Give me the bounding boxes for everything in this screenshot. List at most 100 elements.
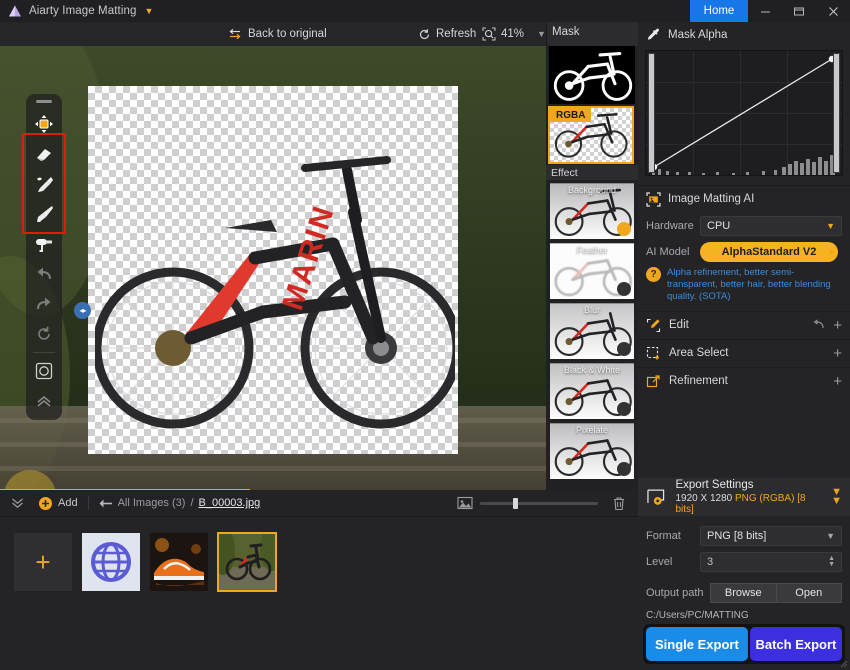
effect-item[interactable]: Black & White — [549, 362, 635, 420]
hardware-chevron-down-icon[interactable]: ▼ — [826, 221, 835, 231]
ai-model-hint: ? Alpha refinement, better semi-transpar… — [638, 264, 850, 303]
format-row: Format PNG [8 bits] ▼ — [638, 524, 850, 548]
ai-model-select[interactable]: AlphaStandard V2 ▼ — [700, 242, 842, 262]
reset-tool[interactable] — [29, 319, 59, 349]
effect-item[interactable]: Background — [549, 182, 635, 240]
title-bar: Aiarty Image Matting ▼ Home — [0, 0, 850, 22]
ai-model-label: AI Model — [646, 246, 690, 258]
edit-icon — [646, 318, 661, 332]
single-export-button[interactable]: Single Export — [646, 627, 748, 661]
ai-model-chevron-down-icon[interactable]: ▼ — [827, 247, 836, 257]
add-label: Add — [58, 497, 78, 509]
breadcrumb[interactable]: All Images (3) / B_00003.jpg — [99, 497, 260, 509]
level-row: Level 3 ▲ ▼ — [638, 550, 850, 574]
effect-color-dot[interactable] — [617, 462, 631, 476]
filmstrip-add-button[interactable]: + — [14, 533, 72, 591]
alpha-curve-plot — [650, 55, 836, 175]
maximize-icon[interactable] — [782, 0, 816, 22]
section-refinement-label: Refinement — [669, 375, 728, 388]
arrow-left-icon — [99, 499, 112, 507]
trash-icon[interactable] — [612, 496, 626, 511]
image-matting-icon — [646, 191, 661, 207]
canvas-area[interactable]: MARIN ◂▸ — [0, 46, 546, 490]
level-stepper[interactable]: 3 ▲ ▼ — [700, 552, 842, 572]
batch-export-button[interactable]: Batch Export — [749, 627, 842, 661]
roller-tool[interactable] — [29, 229, 59, 259]
tool-palette[interactable] — [26, 94, 62, 420]
filmstrip-item-bike[interactable] — [217, 532, 277, 592]
add-images-button[interactable]: Add — [38, 496, 78, 511]
effect-label: Background — [567, 185, 617, 195]
effect-color-dot[interactable] — [617, 402, 631, 416]
browse-button[interactable]: Browse — [710, 583, 777, 603]
window-resize-grip[interactable] — [838, 658, 848, 668]
slider-knob[interactable] — [513, 497, 519, 509]
zoom-control[interactable]: 41% ▼ — [482, 27, 546, 41]
effect-list[interactable]: Background Feather Blur Black & White Pi… — [546, 182, 638, 480]
panel-collapse-handle[interactable]: ◂▸ — [74, 302, 91, 319]
brush-tool[interactable] — [29, 199, 59, 229]
alpha-white-point-handle[interactable] — [833, 53, 840, 173]
effect-color-dot[interactable] — [617, 282, 631, 296]
hardware-select[interactable]: CPU ▼ — [700, 216, 842, 236]
edit-undo-icon[interactable] — [812, 318, 825, 332]
eyedropper-icon — [647, 28, 659, 40]
collapse-tools-chevrons-up-icon[interactable] — [29, 386, 59, 416]
section-area-select[interactable]: Area Select + — [638, 338, 850, 367]
preview-rail[interactable]: RGBA Effect Background Feather Blur Blac… — [546, 46, 638, 490]
thumbnail-globe-image — [82, 533, 140, 591]
home-tab[interactable]: Home — [690, 0, 748, 22]
help-icon[interactable]: ? — [646, 267, 661, 282]
zoom-icon — [482, 27, 496, 41]
hardware-value: CPU — [707, 220, 731, 232]
undo-tool[interactable] — [29, 259, 59, 289]
restore-pen-tool[interactable] — [29, 169, 59, 199]
section-refinement[interactable]: Refinement + — [638, 366, 850, 395]
minimize-icon[interactable] — [748, 0, 782, 22]
thumbnail-size-icon[interactable] — [457, 496, 473, 510]
filmstrip-item-globe[interactable] — [82, 533, 140, 591]
rgba-badge: RGBA — [550, 108, 592, 122]
title-chevron-down-icon[interactable]: ▼ — [144, 6, 153, 16]
section-refinement-expand-icon[interactable]: + — [833, 374, 842, 389]
refresh-button[interactable]: Refresh — [418, 28, 476, 41]
redo-tool[interactable] — [29, 289, 59, 319]
back-to-original-icon — [229, 28, 241, 40]
format-select[interactable]: PNG [8 bits] ▼ — [700, 526, 842, 546]
format-chevron-down-icon[interactable]: ▼ — [826, 531, 835, 541]
effect-item[interactable]: Feather — [549, 242, 635, 300]
effect-item[interactable]: Blur — [549, 302, 635, 360]
app-logo-icon — [8, 4, 22, 18]
export-chevrons-down-icon[interactable]: ▼ ▼ — [831, 487, 842, 507]
mask-alpha-curve[interactable] — [645, 50, 843, 176]
refresh-icon — [419, 28, 430, 39]
eraser-tool[interactable] — [29, 139, 59, 169]
level-stepper-arrows[interactable]: ▲ ▼ — [828, 555, 835, 568]
effect-color-dot[interactable] — [617, 342, 631, 356]
hardware-row: Hardware CPU ▼ — [638, 214, 850, 238]
zoom-chevron-down-icon[interactable]: ▼ — [537, 29, 546, 39]
format-label: Format — [646, 530, 681, 542]
close-icon[interactable] — [816, 0, 850, 22]
section-edit[interactable]: Edit + — [638, 310, 850, 339]
compare-tool[interactable] — [29, 356, 59, 386]
back-to-original-button[interactable]: Back to original — [228, 28, 327, 40]
mask-thumbnail[interactable] — [549, 46, 635, 104]
effect-label: Feather — [576, 245, 608, 255]
section-edit-expand-icon[interactable]: + — [833, 318, 842, 333]
move-tool[interactable] — [29, 109, 59, 139]
level-label: Level — [646, 556, 673, 568]
thumbnail-size-slider[interactable] — [480, 497, 598, 509]
filmstrip[interactable]: + — [0, 516, 638, 670]
effect-item[interactable]: Pixelate — [549, 422, 635, 480]
alpha-black-point-handle[interactable] — [648, 53, 655, 173]
breadcrumb-all-images[interactable]: All Images (3) — [118, 497, 186, 509]
section-area-select-expand-icon[interactable]: + — [833, 346, 842, 361]
filmstrip-item-sneaker[interactable] — [150, 533, 208, 591]
open-button[interactable]: Open — [776, 583, 842, 603]
rgba-thumbnail[interactable]: RGBA — [548, 106, 634, 164]
effect-color-dot[interactable] — [617, 222, 631, 236]
palette-grip[interactable] — [36, 100, 52, 103]
export-settings-header[interactable]: Export Settings 1920 X 1280 PNG (RGBA) [… — [638, 478, 850, 516]
collapse-filmstrip-button[interactable] — [10, 497, 25, 510]
